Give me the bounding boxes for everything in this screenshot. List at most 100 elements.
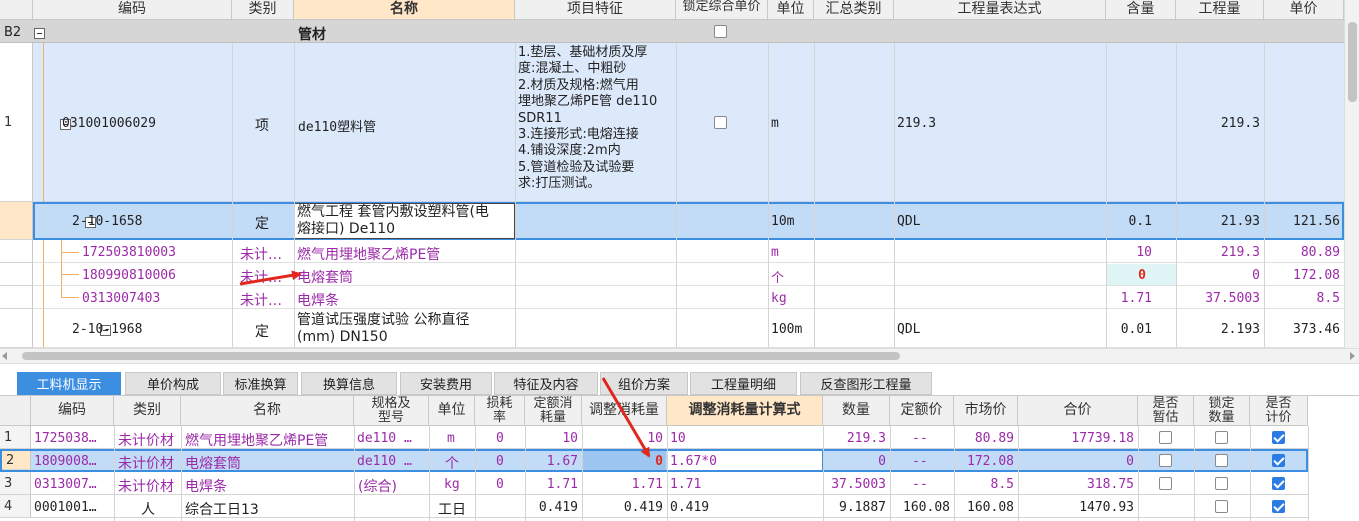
estimate-checkbox[interactable]	[1159, 431, 1172, 444]
res-name: 电焊条	[185, 479, 227, 495]
lock-qty-checkbox[interactable]	[1215, 431, 1228, 444]
quota-price: 121.56	[1293, 214, 1340, 229]
res-code: 1725038…	[34, 431, 97, 446]
horizontal-scrollbar[interactable]	[0, 348, 1359, 364]
feature-line: 3.连接形式:电熔连接	[518, 127, 639, 143]
tab-features-content[interactable]: 特征及内容	[494, 372, 598, 395]
quota-unit: 100m	[771, 322, 803, 337]
row-number: 1	[0, 426, 31, 449]
col-header-unit-price[interactable]: 单价	[1264, 0, 1344, 20]
tab-quantity-detail[interactable]: 工程量明细	[690, 372, 797, 395]
scroll-left-icon[interactable]	[2, 352, 7, 360]
item-expression: 219.3	[897, 116, 937, 131]
lock-price-checkbox[interactable]	[714, 116, 727, 129]
col-header-features[interactable]: 项目特征	[515, 0, 676, 20]
material-code: 0313007403	[82, 291, 161, 306]
scroll-thumb[interactable]	[22, 352, 900, 360]
priced-checkbox[interactable]	[1272, 477, 1285, 490]
col-header-type[interactable]: 类别	[114, 396, 181, 426]
collapse-icon[interactable]	[34, 28, 45, 39]
tab-reverse-lookup[interactable]: 反查图形工程量	[800, 372, 932, 395]
col-header-code[interactable]: 编码	[31, 396, 114, 426]
tab-conversion-info[interactable]: 换算信息	[301, 372, 397, 395]
quota-name: 管道试压强度试验 公称直径 (mm) DN150	[297, 312, 469, 346]
col-header-market-price[interactable]: 市场价	[954, 396, 1018, 426]
scroll-right-icon[interactable]	[1350, 352, 1355, 360]
feature-line: 5.管道检验及试验要	[518, 159, 635, 175]
col-header-loss[interactable]: 损耗率	[475, 396, 525, 426]
tab-unit-price-composition[interactable]: 单价构成	[125, 372, 221, 395]
res-formula: 1.67*0	[670, 454, 717, 469]
priced-checkbox[interactable]	[1272, 454, 1285, 467]
res-formula: 10	[670, 431, 686, 446]
res-loss: 0	[496, 454, 504, 469]
res-total: 318.75	[1087, 477, 1134, 492]
col-header-content[interactable]: 含量	[1106, 0, 1176, 20]
col-header-qty[interactable]: 数量	[823, 396, 890, 426]
name-line: (mm) DN150	[297, 329, 388, 345]
tab-labor-material-machine[interactable]: 工料机显示	[17, 372, 121, 395]
res-total: 1470.93	[1079, 500, 1134, 515]
priced-checkbox[interactable]	[1272, 500, 1285, 513]
scroll-thumb[interactable]	[1348, 22, 1357, 102]
col-header-expression[interactable]: 工程量表达式	[894, 0, 1106, 20]
col-header-spec[interactable]: 规格及型号	[354, 396, 429, 426]
col-header-quantity[interactable]: 工程量	[1176, 0, 1264, 20]
col-header-code[interactable]: 编码	[33, 0, 232, 20]
col-header-unit[interactable]: 单位	[429, 396, 475, 426]
res-formula: 0.419	[670, 500, 710, 515]
material-type: 未计…	[240, 247, 282, 263]
estimate-checkbox[interactable]	[1159, 477, 1172, 490]
top-grid: 编码 类别 名称 项目特征 锁定综合单价 单位 汇总类别 工程量表达式 含量 工…	[0, 0, 1359, 348]
res-std: 1.67	[546, 454, 578, 469]
col-header-std-consumption[interactable]: 定额消耗量	[525, 396, 582, 426]
material-unit: m	[771, 245, 779, 260]
tab-installation-cost[interactable]: 安装费用	[400, 372, 492, 395]
feature-line: 埋地聚乙烯PE管 de110	[518, 94, 658, 110]
material-content: 10	[1136, 245, 1152, 260]
row-number	[0, 309, 33, 348]
quota-unit: 10m	[771, 214, 795, 229]
col-header-lock-price[interactable]: 锁定综合单价	[676, 0, 768, 20]
table-row[interactable]	[33, 43, 1344, 202]
res-type: 未计价材	[118, 456, 174, 472]
col-header-type[interactable]: 类别	[232, 0, 294, 20]
lock-qty-checkbox[interactable]	[1215, 477, 1228, 490]
quota-quantity: 2.193	[1220, 322, 1260, 337]
feature-line: 1.垫层、基础材质及厚	[518, 45, 648, 60]
tab-pricing-scheme[interactable]: 组价方案	[600, 372, 688, 395]
res-unit: m	[447, 431, 455, 446]
lock-qty-checkbox[interactable]	[1215, 500, 1228, 513]
res-std: 10	[562, 431, 578, 446]
feature-line: 2.材质及规格:燃气用	[518, 77, 639, 93]
col-header-std-price[interactable]: 定额价	[890, 396, 954, 426]
quota-type: 定	[255, 324, 269, 340]
res-std-price: 160.08	[903, 500, 950, 515]
col-header-name[interactable]: 名称	[181, 396, 354, 426]
vertical-scrollbar[interactable]	[1344, 0, 1359, 348]
col-header-estimate[interactable]: 是否暂估	[1138, 396, 1194, 426]
col-header-summary-type[interactable]: 汇总类别	[814, 0, 894, 20]
estimate-checkbox[interactable]	[1159, 454, 1172, 467]
quota-code: 2-10-1968	[72, 322, 143, 337]
lock-qty-checkbox[interactable]	[1215, 454, 1228, 467]
col-header-adj-consumption[interactable]: 调整消耗量	[582, 396, 667, 426]
col-header-unit[interactable]: 单位	[768, 0, 814, 20]
res-qty: 37.5003	[831, 477, 886, 492]
material-quantity: 0	[1252, 268, 1260, 283]
quota-code: 2-10-1658	[72, 214, 143, 229]
section-row[interactable]	[0, 20, 1344, 43]
res-code: 0313007…	[34, 477, 97, 492]
col-header-name[interactable]: 名称	[294, 0, 515, 20]
name-line: 燃气工程 套管内敷设塑料管(电	[297, 204, 489, 220]
tab-standard-conversion[interactable]: 标准换算	[223, 372, 298, 395]
col-header-adj-formula[interactable]: 调整消耗量计算式	[667, 396, 823, 426]
col-header-total[interactable]: 合价	[1018, 396, 1138, 426]
priced-checkbox[interactable]	[1272, 431, 1285, 444]
quota-expression: QDL	[897, 322, 921, 337]
col-header-priced[interactable]: 是否计价	[1250, 396, 1308, 426]
res-name: 综合工日13	[185, 502, 259, 518]
lock-price-checkbox[interactable]	[714, 25, 727, 38]
quota-type: 定	[255, 216, 269, 232]
col-header-lock-qty[interactable]: 锁定数量	[1194, 396, 1250, 426]
